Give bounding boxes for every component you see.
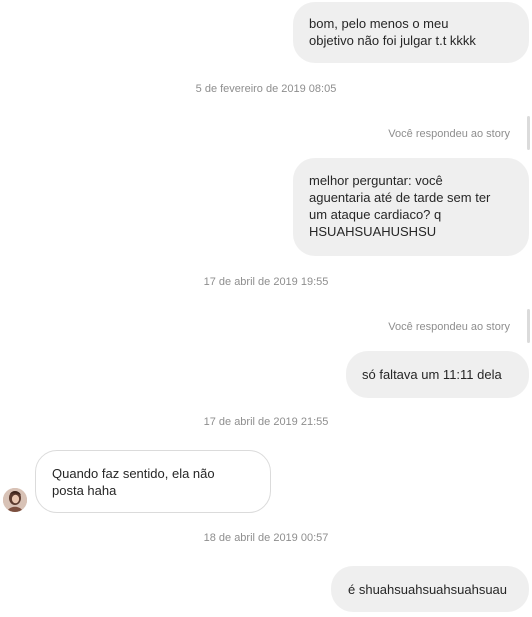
- timestamp: 17 de abril de 2019 21:55: [203, 416, 329, 428]
- story-reply-bar: [527, 116, 530, 150]
- message-text: é shuahsuahsuahsuahsuau: [348, 582, 508, 597]
- sent-message[interactable]: só faltava um 11:11 dela: [346, 351, 529, 398]
- message-text: Quando faz sentido, ela não posta haha: [52, 466, 215, 498]
- story-reply-label: Você respondeu ao story: [388, 128, 510, 140]
- story-reply-bar: [527, 309, 530, 343]
- message-text: bom, pelo menos o meu objetivo não foi j…: [309, 16, 476, 48]
- sent-message[interactable]: é shuahsuahsuahsuahsuau: [331, 566, 529, 612]
- timestamp: 17 de abril de 2019 19:55: [203, 276, 329, 288]
- message-text: melhor perguntar: você aguentaria até de…: [309, 173, 491, 239]
- story-reply-label: Você respondeu ao story: [388, 321, 510, 333]
- sent-message[interactable]: bom, pelo menos o meu objetivo não foi j…: [293, 2, 529, 63]
- message-thread: bom, pelo menos o meu objetivo não foi j…: [0, 0, 532, 617]
- avatar-photo: [3, 488, 27, 512]
- timestamp: 5 de fevereiro de 2019 08:05: [195, 83, 337, 95]
- sent-message[interactable]: melhor perguntar: você aguentaria até de…: [293, 158, 529, 256]
- message-text: só faltava um 11:11 dela: [362, 367, 502, 382]
- received-message[interactable]: Quando faz sentido, ela não posta haha: [35, 450, 271, 513]
- contact-avatar[interactable]: [3, 488, 27, 512]
- timestamp: 18 de abril de 2019 00:57: [203, 532, 329, 544]
